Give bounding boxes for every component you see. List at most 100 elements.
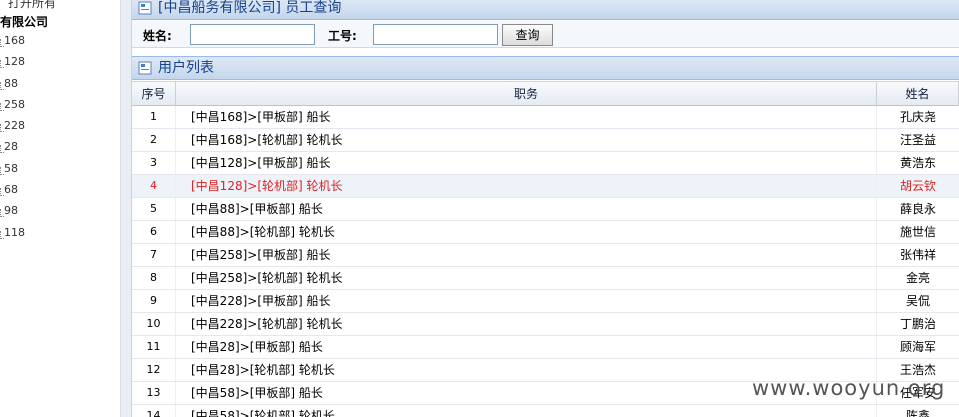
table-row[interactable]: 3 [中昌128]>[甲板部] 船长 黄浩东 bbox=[132, 152, 959, 175]
search-panel-title: [中昌船务有限公司] 员工查询 bbox=[158, 0, 342, 16]
row-index: 12 bbox=[132, 359, 176, 381]
ship-node[interactable]: 68 bbox=[0, 182, 25, 203]
app-root: 打开所有 有限公司 168 128 88 258 228 28 58 68 98 118 [中昌船… bbox=[0, 0, 959, 417]
row-index: 14 bbox=[132, 405, 176, 417]
tree-connector-icon bbox=[0, 230, 4, 239]
ship-node-label: 88 bbox=[4, 76, 18, 90]
table-row[interactable]: 5 [中昌88]>[甲板部] 船长 薛良永 bbox=[132, 198, 959, 221]
column-header-position[interactable]: 职务 bbox=[176, 82, 877, 106]
ship-node-label: 168 bbox=[4, 34, 25, 47]
tree-connector-icon bbox=[0, 209, 4, 218]
row-name: 胡云钦 bbox=[899, 179, 936, 193]
ship-node-label: 228 bbox=[4, 119, 25, 133]
row-name: 丁鹏治 bbox=[899, 317, 936, 331]
table-row[interactable]: 10 [中昌228]>[轮机部] 轮机长 丁鹏治 bbox=[132, 313, 959, 336]
row-position: [中昌258]>[轮机部] 轮机长 bbox=[176, 267, 877, 289]
ship-node[interactable]: 28 bbox=[0, 139, 25, 160]
row-position: [中昌228]>[轮机部] 轮机长 bbox=[176, 313, 877, 335]
ship-node[interactable]: 98 bbox=[0, 203, 25, 224]
tree-connector-icon bbox=[0, 124, 4, 133]
table-row[interactable]: 14 [中昌58]>[轮机部] 轮机长 陈鑫 bbox=[132, 405, 959, 417]
row-position: [中昌88]>[轮机部] 轮机长 bbox=[176, 221, 877, 243]
ship-node[interactable]: 258 bbox=[0, 97, 25, 118]
row-name: 汪圣益 bbox=[899, 133, 936, 147]
row-name: 陈鑫 bbox=[905, 409, 930, 417]
user-list-header: 用户列表 bbox=[132, 56, 959, 80]
watermark: www.wooyun.org bbox=[752, 376, 946, 400]
row-index: 2 bbox=[132, 129, 176, 151]
panel-icon bbox=[138, 61, 152, 75]
tree-connector-icon bbox=[0, 102, 4, 111]
company-node[interactable]: 有限公司 bbox=[0, 13, 48, 30]
row-index: 11 bbox=[132, 336, 176, 358]
table-header: 序号 职务 姓名 bbox=[132, 81, 959, 106]
table-row[interactable]: 9 [中昌228]>[甲板部] 船长 吴侃 bbox=[132, 290, 959, 313]
search-button[interactable]: 查询 bbox=[502, 24, 553, 46]
row-name: 黄浩东 bbox=[899, 156, 936, 170]
name-input[interactable] bbox=[190, 24, 315, 45]
row-name: 顾海军 bbox=[899, 340, 936, 354]
row-index: 1 bbox=[132, 106, 176, 128]
tree-connector-icon bbox=[0, 145, 4, 154]
ship-node-label: 68 bbox=[4, 183, 18, 197]
row-index: 5 bbox=[132, 198, 176, 220]
row-index: 3 bbox=[132, 152, 176, 174]
ship-node-label: 128 bbox=[4, 55, 25, 69]
name-label: 姓名: bbox=[143, 29, 172, 43]
row-position: [中昌228]>[甲板部] 船长 bbox=[176, 290, 877, 312]
ship-list: 168 128 88 258 228 28 58 68 98 118 bbox=[0, 33, 25, 246]
employee-id-label: 工号: bbox=[328, 29, 357, 43]
column-header-index[interactable]: 序号 bbox=[132, 82, 176, 106]
tree-connector-icon bbox=[0, 166, 4, 175]
search-panel-header: [中昌船务有限公司] 员工查询 bbox=[132, 0, 959, 20]
table-row[interactable]: 4 [中昌128]>[轮机部] 轮机长 胡云钦 bbox=[132, 175, 959, 198]
employee-id-input[interactable] bbox=[373, 24, 498, 45]
ship-node[interactable]: 88 bbox=[0, 76, 25, 97]
row-index: 13 bbox=[132, 382, 176, 404]
row-name: 施世信 bbox=[899, 225, 936, 239]
row-index: 10 bbox=[132, 313, 176, 335]
row-position: [中昌258]>[甲板部] 船长 bbox=[176, 244, 877, 266]
table-row[interactable]: 1 [中昌168]>[甲板部] 船长 孔庆尧 bbox=[132, 106, 959, 129]
row-position: [中昌168]>[甲板部] 船长 bbox=[176, 106, 877, 128]
row-index: 4 bbox=[132, 175, 176, 197]
ship-node[interactable]: 118 bbox=[0, 225, 25, 246]
row-name: 吴侃 bbox=[905, 294, 930, 308]
ship-node[interactable]: 128 bbox=[0, 54, 25, 75]
table-row[interactable]: 6 [中昌88]>[轮机部] 轮机长 施世信 bbox=[132, 221, 959, 244]
row-position: [中昌168]>[轮机部] 轮机长 bbox=[176, 129, 877, 151]
row-position: [中昌128]>[轮机部] 轮机长 bbox=[176, 175, 877, 197]
ship-node-label: 28 bbox=[4, 140, 18, 154]
row-position: [中昌128]>[甲板部] 船长 bbox=[176, 152, 877, 174]
row-name: 孔庆尧 bbox=[899, 110, 936, 124]
tree-connector-icon bbox=[0, 188, 4, 197]
ship-node[interactable]: 228 bbox=[0, 118, 25, 139]
ship-node-label: 98 bbox=[4, 204, 18, 218]
table-row[interactable]: 8 [中昌258]>[轮机部] 轮机长 金亮 bbox=[132, 267, 959, 290]
row-name: 张伟祥 bbox=[899, 248, 936, 262]
row-position: [中昌88]>[甲板部] 船长 bbox=[176, 198, 877, 220]
splitter[interactable] bbox=[120, 0, 132, 417]
ship-node-label: 58 bbox=[4, 161, 18, 175]
tree-connector-icon bbox=[0, 60, 4, 69]
ship-node[interactable]: 168 bbox=[0, 33, 25, 54]
table-row[interactable]: 11 [中昌28]>[甲板部] 船长 顾海军 bbox=[132, 336, 959, 359]
row-index: 9 bbox=[132, 290, 176, 312]
panel-icon bbox=[138, 1, 152, 15]
ship-node[interactable]: 58 bbox=[0, 161, 25, 182]
tree-connector-icon bbox=[0, 81, 4, 90]
ship-node-label: 258 bbox=[4, 97, 25, 111]
ship-tree: 打开所有 有限公司 168 128 88 258 228 28 58 68 98 118 bbox=[0, 0, 120, 417]
user-list-title: 用户列表 bbox=[158, 60, 214, 76]
expand-all-link[interactable]: 打开所有 bbox=[8, 0, 56, 11]
row-position: [中昌28]>[甲板部] 船长 bbox=[176, 336, 877, 358]
row-name: 薛良永 bbox=[899, 202, 936, 216]
table-row[interactable]: 7 [中昌258]>[甲板部] 船长 张伟祥 bbox=[132, 244, 959, 267]
search-bar: 姓名: 工号: 查询 bbox=[132, 21, 959, 48]
column-header-name[interactable]: 姓名 bbox=[877, 82, 959, 106]
row-index: 8 bbox=[132, 267, 176, 289]
table-row[interactable]: 2 [中昌168]>[轮机部] 轮机长 汪圣益 bbox=[132, 129, 959, 152]
row-position: [中昌58]>[轮机部] 轮机长 bbox=[176, 405, 877, 417]
row-index: 7 bbox=[132, 244, 176, 266]
row-name: 金亮 bbox=[905, 271, 930, 285]
